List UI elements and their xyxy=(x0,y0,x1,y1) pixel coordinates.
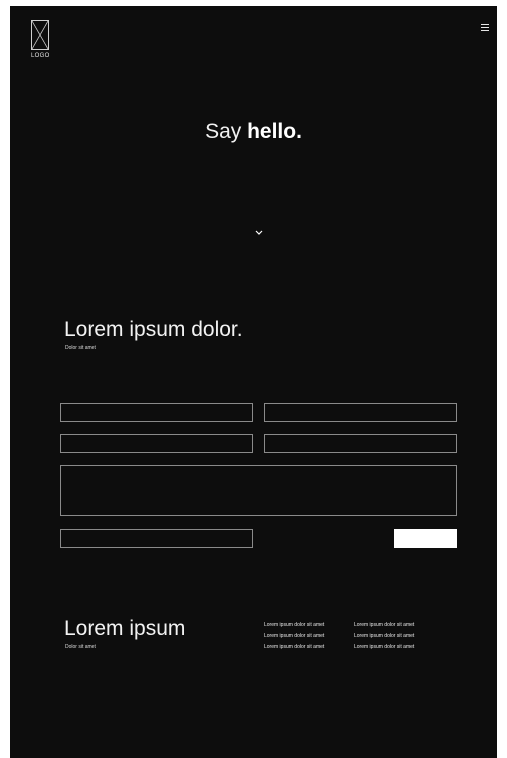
logo-label: LOGO xyxy=(31,53,50,59)
form-field-6[interactable] xyxy=(60,529,253,548)
submit-button[interactable] xyxy=(394,529,457,548)
hero-title-prefix: Say xyxy=(205,120,248,143)
footer-subtitle: Dolor sit amet xyxy=(65,644,96,650)
footer-links-column-1: Lorem ipsum dolor sit amet Lorem ipsum d… xyxy=(264,620,324,653)
footer-link[interactable]: Lorem ipsum dolor sit amet xyxy=(354,631,414,642)
footer-link[interactable]: Lorem ipsum dolor sit amet xyxy=(264,642,324,653)
form-field-4[interactable] xyxy=(264,434,457,453)
message-textarea[interactable] xyxy=(60,465,457,516)
contact-subtitle: Dolor sit amet xyxy=(65,345,96,351)
footer-link[interactable]: Lorem ipsum dolor sit amet xyxy=(264,620,324,631)
form-field-3[interactable] xyxy=(60,434,253,453)
footer-link[interactable]: Lorem ipsum dolor sit amet xyxy=(354,620,414,631)
footer-links-column-2: Lorem ipsum dolor sit amet Lorem ipsum d… xyxy=(354,620,414,653)
footer-title: Lorem ipsum xyxy=(64,617,186,640)
hamburger-menu-icon[interactable] xyxy=(481,24,489,31)
hero-title: Say hello. xyxy=(10,120,497,144)
page: LOGO Say hello. Lorem ipsum dolor. Dolor… xyxy=(10,6,497,758)
form-field-1[interactable] xyxy=(60,403,253,422)
logo[interactable]: LOGO xyxy=(31,20,59,59)
contact-title: Lorem ipsum dolor. xyxy=(64,318,243,341)
footer-link[interactable]: Lorem ipsum dolor sit amet xyxy=(264,631,324,642)
form-field-2[interactable] xyxy=(264,403,457,422)
hero-title-emphasis: hello. xyxy=(247,120,302,143)
footer-link[interactable]: Lorem ipsum dolor sit amet xyxy=(354,642,414,653)
chevron-down-icon[interactable] xyxy=(254,229,264,237)
logo-placeholder-icon xyxy=(31,20,49,50)
